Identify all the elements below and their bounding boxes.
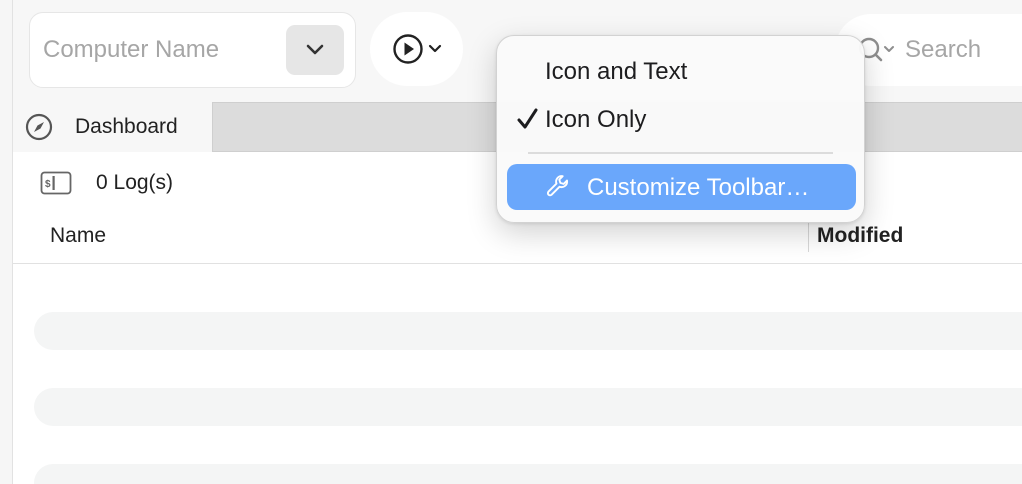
chevron-down-icon [428, 44, 441, 53]
menu-separator [528, 152, 833, 154]
run-menu-button[interactable] [370, 12, 463, 86]
menu-item-customize-toolbar[interactable]: Customize Toolbar… [507, 164, 856, 210]
compass-icon [25, 113, 53, 141]
svg-text:$: $ [45, 179, 51, 190]
menu-item-label: Icon Only [545, 106, 647, 133]
play-circle-icon [392, 34, 423, 64]
menu-item-label: Customize Toolbar… [587, 174, 810, 201]
window-left-edge [0, 0, 13, 484]
tab-dashboard[interactable]: Dashboard [13, 102, 213, 152]
log-count-row: $ 0 Log(s) [40, 168, 173, 198]
search-input[interactable] [905, 36, 1022, 64]
computer-name-combobox[interactable] [29, 12, 356, 88]
chevron-down-icon [306, 44, 324, 55]
toolbar-display-menu: Icon and Text Icon Only Customize Toolba… [496, 35, 865, 223]
menu-item-label: Icon and Text [545, 58, 688, 85]
column-divider[interactable] [808, 222, 809, 252]
tab-dashboard-label: Dashboard [75, 115, 178, 138]
column-header-modified[interactable]: Modified [817, 224, 903, 248]
checkmark-icon [517, 108, 538, 129]
log-count-label: 0 Log(s) [96, 171, 174, 194]
menu-item-icon-only[interactable]: Icon Only [507, 96, 856, 142]
app-window: Dashboard $ 0 Log(s) Name Modified Icon … [0, 0, 1022, 484]
column-header-name[interactable]: Name [50, 224, 106, 248]
log-console-icon: $ [40, 171, 72, 195]
menu-item-icon-and-text[interactable]: Icon and Text [507, 48, 856, 94]
table-row [34, 388, 1022, 426]
table-row [34, 312, 1022, 350]
wrench-icon [546, 175, 569, 197]
computer-name-input[interactable] [43, 30, 279, 70]
computer-name-dropdown-button[interactable] [286, 25, 344, 75]
table-row [34, 464, 1022, 484]
